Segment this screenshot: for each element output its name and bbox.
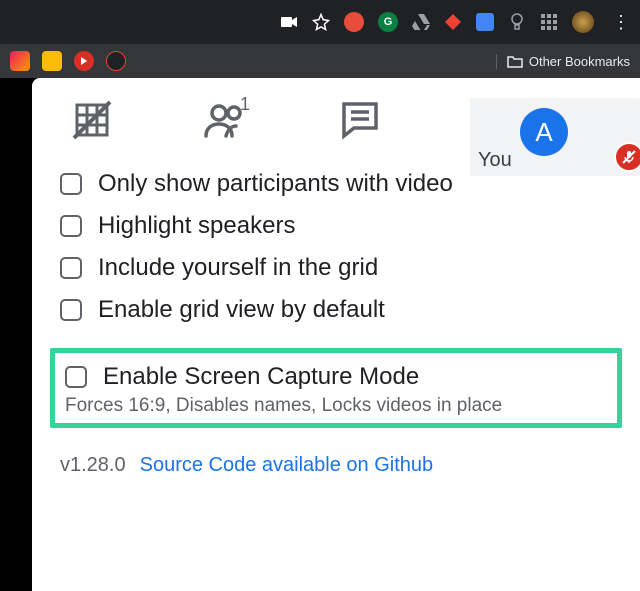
extension-icon-drive[interactable] bbox=[412, 13, 430, 31]
people-count-badge: 1 bbox=[240, 94, 250, 115]
bookmark-item-4[interactable] bbox=[106, 51, 126, 71]
self-video-tile[interactable]: A You bbox=[470, 98, 640, 176]
source-code-link[interactable]: Source Code available on Github bbox=[140, 454, 434, 477]
option-label: Include yourself in the grid bbox=[98, 254, 378, 282]
footer: v1.28.0 Source Code available on Github bbox=[60, 454, 622, 477]
checkbox[interactable] bbox=[60, 173, 82, 195]
option-highlight-speakers[interactable]: Highlight speakers bbox=[60, 212, 622, 240]
checkbox[interactable] bbox=[65, 366, 87, 388]
option-label: Only show participants with video bbox=[98, 170, 453, 198]
extension-icon-grid[interactable] bbox=[540, 13, 558, 31]
checkbox[interactable] bbox=[60, 299, 82, 321]
extension-icon-green[interactable]: G bbox=[378, 12, 398, 32]
options-list: Only show participants with video Highli… bbox=[60, 170, 622, 324]
checkbox[interactable] bbox=[60, 257, 82, 279]
other-bookmarks-label: Other Bookmarks bbox=[529, 54, 630, 69]
checkbox[interactable] bbox=[60, 215, 82, 237]
browser-menu-icon[interactable]: ⋮ bbox=[608, 12, 632, 33]
bookmark-item-3[interactable] bbox=[74, 51, 94, 71]
grid-disabled-icon[interactable] bbox=[70, 98, 114, 142]
profile-avatar-icon[interactable] bbox=[572, 11, 594, 33]
mic-muted-icon[interactable] bbox=[614, 142, 640, 172]
browser-toolbar: G ⋮ bbox=[0, 0, 640, 44]
extension-icon-blue[interactable] bbox=[476, 13, 494, 31]
extension-icon-diamond[interactable] bbox=[444, 13, 462, 31]
option-include-yourself[interactable]: Include yourself in the grid bbox=[60, 254, 622, 282]
avatar: A bbox=[520, 108, 568, 156]
option-grid-default[interactable]: Enable grid view by default bbox=[60, 296, 622, 324]
bookmark-item-1[interactable] bbox=[10, 51, 30, 71]
bookmark-item-2[interactable] bbox=[42, 51, 62, 71]
option-label: Enable Screen Capture Mode bbox=[103, 363, 419, 391]
option-label: Enable grid view by default bbox=[98, 296, 385, 324]
bookmarks-bar: Other Bookmarks bbox=[0, 44, 640, 78]
other-bookmarks-folder[interactable]: Other Bookmarks bbox=[496, 54, 630, 69]
extension-icon-red[interactable] bbox=[344, 12, 364, 32]
avatar-letter: A bbox=[535, 117, 552, 148]
you-label: You bbox=[478, 149, 512, 172]
option-sublabel: Forces 16:9, Disables names, Locks video… bbox=[65, 395, 609, 417]
version-label: v1.28.0 bbox=[60, 454, 126, 477]
folder-icon bbox=[507, 54, 523, 68]
chat-icon[interactable] bbox=[338, 98, 382, 142]
people-icon[interactable]: 1 bbox=[204, 98, 248, 142]
camera-icon[interactable] bbox=[280, 13, 298, 31]
highlighted-option-box: Enable Screen Capture Mode Forces 16:9, … bbox=[50, 348, 622, 428]
extension-icon-bulb[interactable] bbox=[508, 13, 526, 31]
option-screen-capture[interactable]: Enable Screen Capture Mode bbox=[65, 363, 609, 391]
option-label: Highlight speakers bbox=[98, 212, 295, 240]
star-icon[interactable] bbox=[312, 13, 330, 31]
